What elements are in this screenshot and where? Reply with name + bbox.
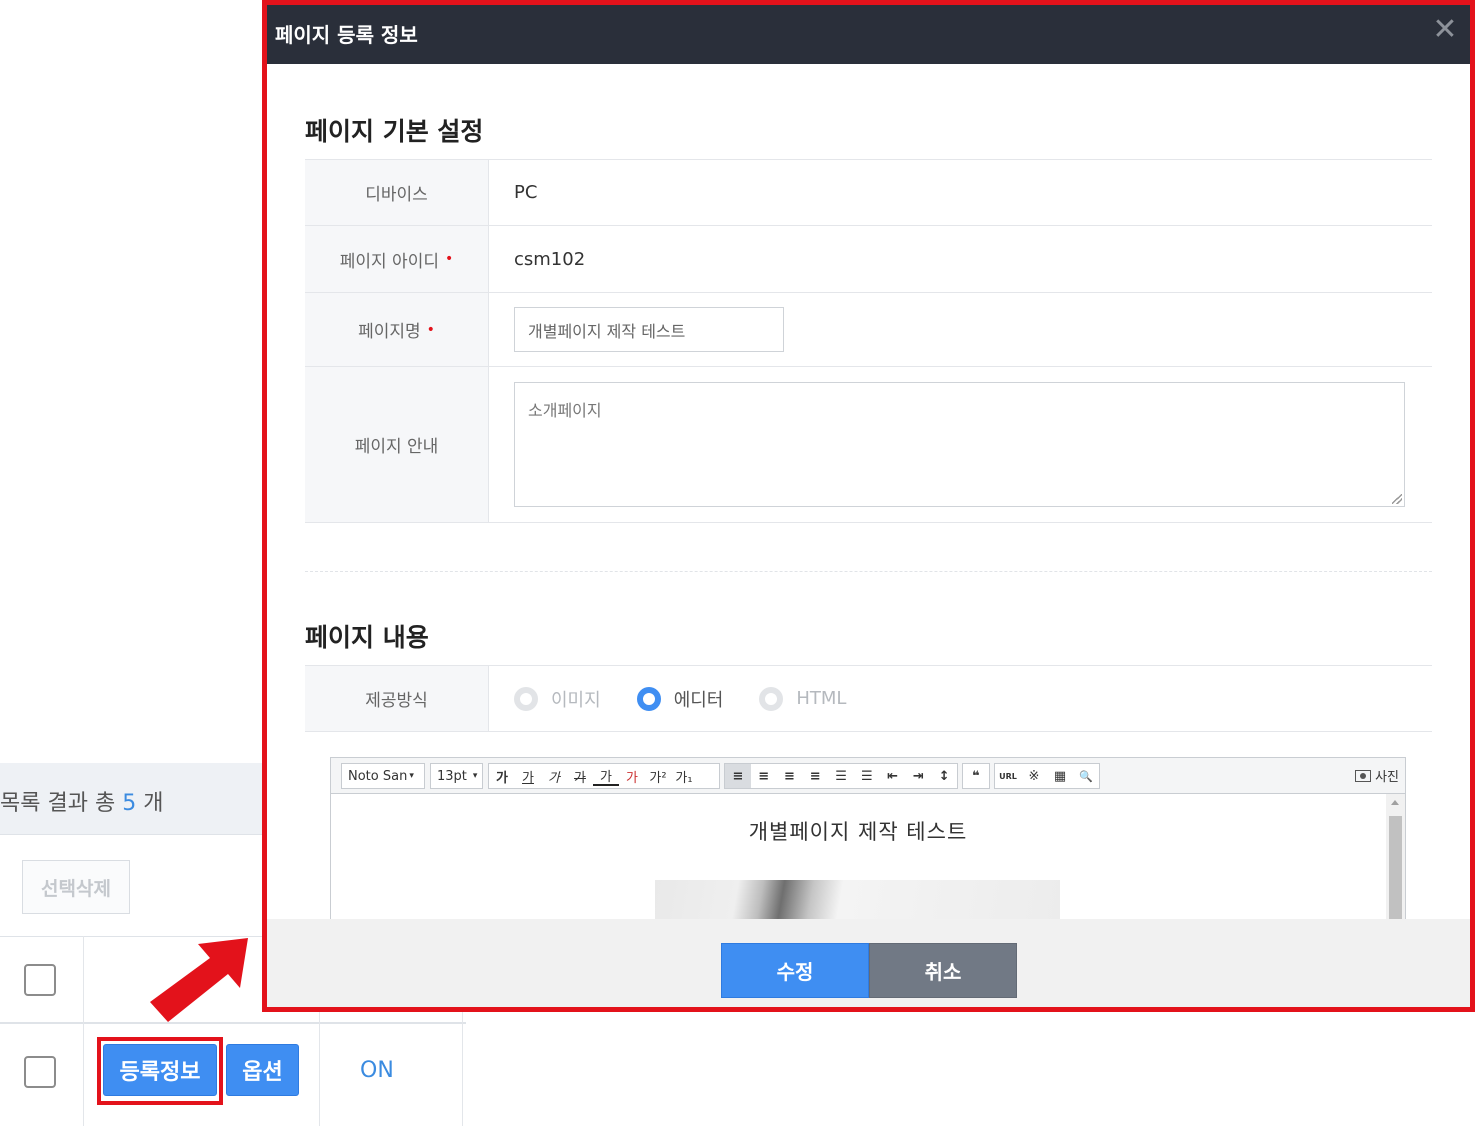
form-row-method: 제공방식 이미지 에디터 HTML bbox=[305, 666, 1432, 732]
align-center-icon[interactable]: ≡ bbox=[751, 764, 777, 788]
italic-icon[interactable]: 가 bbox=[541, 764, 567, 788]
section-title-content: 페이지 내용 bbox=[305, 623, 429, 652]
row-checkbox[interactable] bbox=[24, 1056, 56, 1088]
font-family-select[interactable]: Noto San ▾ bbox=[341, 763, 425, 789]
list-summary-text: 목록 결과 총 5 개 bbox=[0, 791, 164, 816]
highlight-box bbox=[97, 1037, 223, 1105]
form-row-page-name: 페이지명 • 개별페이지 제작 테스트 bbox=[305, 293, 1432, 367]
align-justify-icon[interactable]: ≡ bbox=[802, 764, 828, 788]
editor-content-text: 개별페이지 제작 테스트 bbox=[748, 820, 968, 844]
radio-button-icon[interactable] bbox=[759, 686, 784, 711]
scrollbar-thumb[interactable] bbox=[1389, 816, 1402, 919]
indent-icon[interactable]: ⇥ bbox=[905, 764, 931, 788]
cancel-button[interactable]: 취소 bbox=[869, 943, 1017, 998]
outdent-icon[interactable]: ⇤ bbox=[880, 764, 906, 788]
bold-icon[interactable]: 가 bbox=[489, 764, 515, 788]
radio-button-selected-icon[interactable] bbox=[636, 686, 661, 711]
modal-header: 페이지 등록 정보 ✕ bbox=[267, 5, 1470, 64]
close-icon[interactable]: ✕ bbox=[1430, 15, 1460, 45]
photo-icon bbox=[1355, 769, 1372, 782]
select-all-checkbox[interactable] bbox=[24, 964, 56, 996]
radio-html[interactable]: HTML bbox=[759, 686, 846, 711]
device-value: PC bbox=[514, 182, 538, 203]
page-guide-textarea[interactable]: 소개페이지 bbox=[514, 382, 1405, 507]
section-title-basic: 페이지 기본 설정 bbox=[305, 117, 484, 146]
paragraph-format-group: ≡ ≡ ≡ ≡ ☰ ☰ ⇤ ⇥ ↕ bbox=[724, 763, 958, 789]
device-label: 디바이스 bbox=[305, 160, 489, 225]
subscript-icon[interactable]: 가₁ bbox=[671, 764, 697, 788]
save-button[interactable]: 수정 bbox=[721, 943, 869, 998]
form-row-device: 디바이스 PC bbox=[305, 160, 1432, 226]
line-height-icon[interactable]: ↕ bbox=[931, 764, 957, 788]
quote-icon[interactable]: ❝ bbox=[963, 764, 989, 788]
radio-image[interactable]: 이미지 bbox=[514, 686, 601, 712]
strikethrough-icon[interactable]: 가 bbox=[567, 764, 593, 788]
special-char-icon[interactable]: ※ bbox=[1021, 764, 1047, 788]
align-right-icon[interactable]: ≡ bbox=[777, 764, 803, 788]
font-color-icon[interactable]: 가 bbox=[593, 766, 619, 786]
scroll-up-icon[interactable] bbox=[1391, 800, 1399, 805]
align-left-icon[interactable]: ≡ bbox=[725, 764, 751, 788]
section-divider bbox=[305, 571, 1432, 572]
page-id-label: 페이지 아이디 • bbox=[305, 226, 489, 292]
option-button[interactable]: 옵션 bbox=[226, 1044, 299, 1096]
table-column-divider bbox=[319, 1012, 320, 1126]
status-on-text[interactable]: ON bbox=[360, 1058, 394, 1083]
page-id-value: csm102 bbox=[514, 248, 586, 270]
rich-text-editor: Noto San ▾ 13pt ▾ 가 가 가 가 가 가 가² 가₁ ≡ ≡ … bbox=[330, 757, 1406, 919]
delete-selected-button[interactable]: 선택삭제 bbox=[22, 860, 130, 914]
chevron-down-icon: ▾ bbox=[409, 771, 414, 781]
modal-body: 페이지 기본 설정 디바이스 PC 페이지 아이디 • csm102 페이지명 • … bbox=[267, 64, 1470, 919]
radio-button-icon[interactable] bbox=[514, 686, 538, 711]
unordered-list-icon[interactable]: ☰ bbox=[854, 764, 880, 788]
pointer-arrow-icon bbox=[150, 938, 248, 1022]
ordered-list-icon[interactable]: ☰ bbox=[828, 764, 854, 788]
resize-handle-icon[interactable] bbox=[1392, 494, 1402, 504]
radio-editor[interactable]: 에디터 bbox=[636, 686, 723, 712]
method-label: 제공방식 bbox=[305, 666, 489, 731]
link-icon[interactable]: URL bbox=[995, 764, 1021, 788]
modal-footer: 수정 취소 bbox=[267, 919, 1470, 1007]
editor-content-area[interactable]: 개별페이지 제작 테스트 bbox=[331, 794, 1405, 919]
text-format-group: 가 가 가 가 가 가 가² 가₁ bbox=[488, 763, 720, 789]
form-row-page-id: 페이지 아이디 • csm102 bbox=[305, 226, 1432, 293]
font-size-select[interactable]: 13pt ▾ bbox=[430, 763, 483, 789]
superscript-icon[interactable]: 가² bbox=[645, 764, 671, 788]
highlight-color-icon[interactable]: 가 bbox=[619, 764, 645, 788]
quote-group: ❝ bbox=[962, 763, 990, 789]
page-registration-modal: 페이지 등록 정보 ✕ 페이지 기본 설정 디바이스 PC 페이지 아이디 • c… bbox=[262, 0, 1475, 1012]
table-column-divider bbox=[83, 936, 84, 1126]
chevron-down-icon: ▾ bbox=[472, 771, 478, 781]
table-column-divider bbox=[462, 1012, 463, 1126]
page-name-input[interactable]: 개별페이지 제작 테스트 bbox=[514, 307, 784, 352]
list-count: 5 bbox=[122, 791, 137, 816]
form-row-page-guide: 페이지 안내 소개페이지 bbox=[305, 367, 1432, 523]
required-mark: • bbox=[444, 251, 454, 267]
page-guide-label: 페이지 안내 bbox=[305, 367, 489, 522]
method-radio-group: 이미지 에디터 HTML bbox=[489, 666, 882, 731]
content-form: 제공방식 이미지 에디터 HTML bbox=[305, 665, 1432, 732]
basic-settings-form: 디바이스 PC 페이지 아이디 • csm102 페이지명 • 개별페이지 제작 테… bbox=[305, 159, 1432, 523]
editor-toolbar: Noto San ▾ 13pt ▾ 가 가 가 가 가 가 가² 가₁ ≡ ≡ … bbox=[331, 758, 1405, 794]
insert-photo-button[interactable]: 사진 bbox=[1355, 766, 1399, 785]
modal-title: 페이지 등록 정보 bbox=[275, 23, 418, 47]
find-icon[interactable]: 🔍 bbox=[1073, 764, 1099, 788]
underline-icon[interactable]: 가 bbox=[515, 764, 541, 788]
table-icon[interactable]: ▦ bbox=[1047, 764, 1073, 788]
list-summary-bar: 목록 결과 총 5 개 bbox=[0, 763, 262, 835]
insert-group: URL ※ ▦ 🔍 bbox=[994, 763, 1100, 789]
required-mark: • bbox=[426, 321, 435, 338]
editor-scrollbar[interactable] bbox=[1386, 794, 1405, 919]
editor-content-image bbox=[655, 880, 1060, 919]
page-name-label: 페이지명 • bbox=[305, 293, 489, 366]
